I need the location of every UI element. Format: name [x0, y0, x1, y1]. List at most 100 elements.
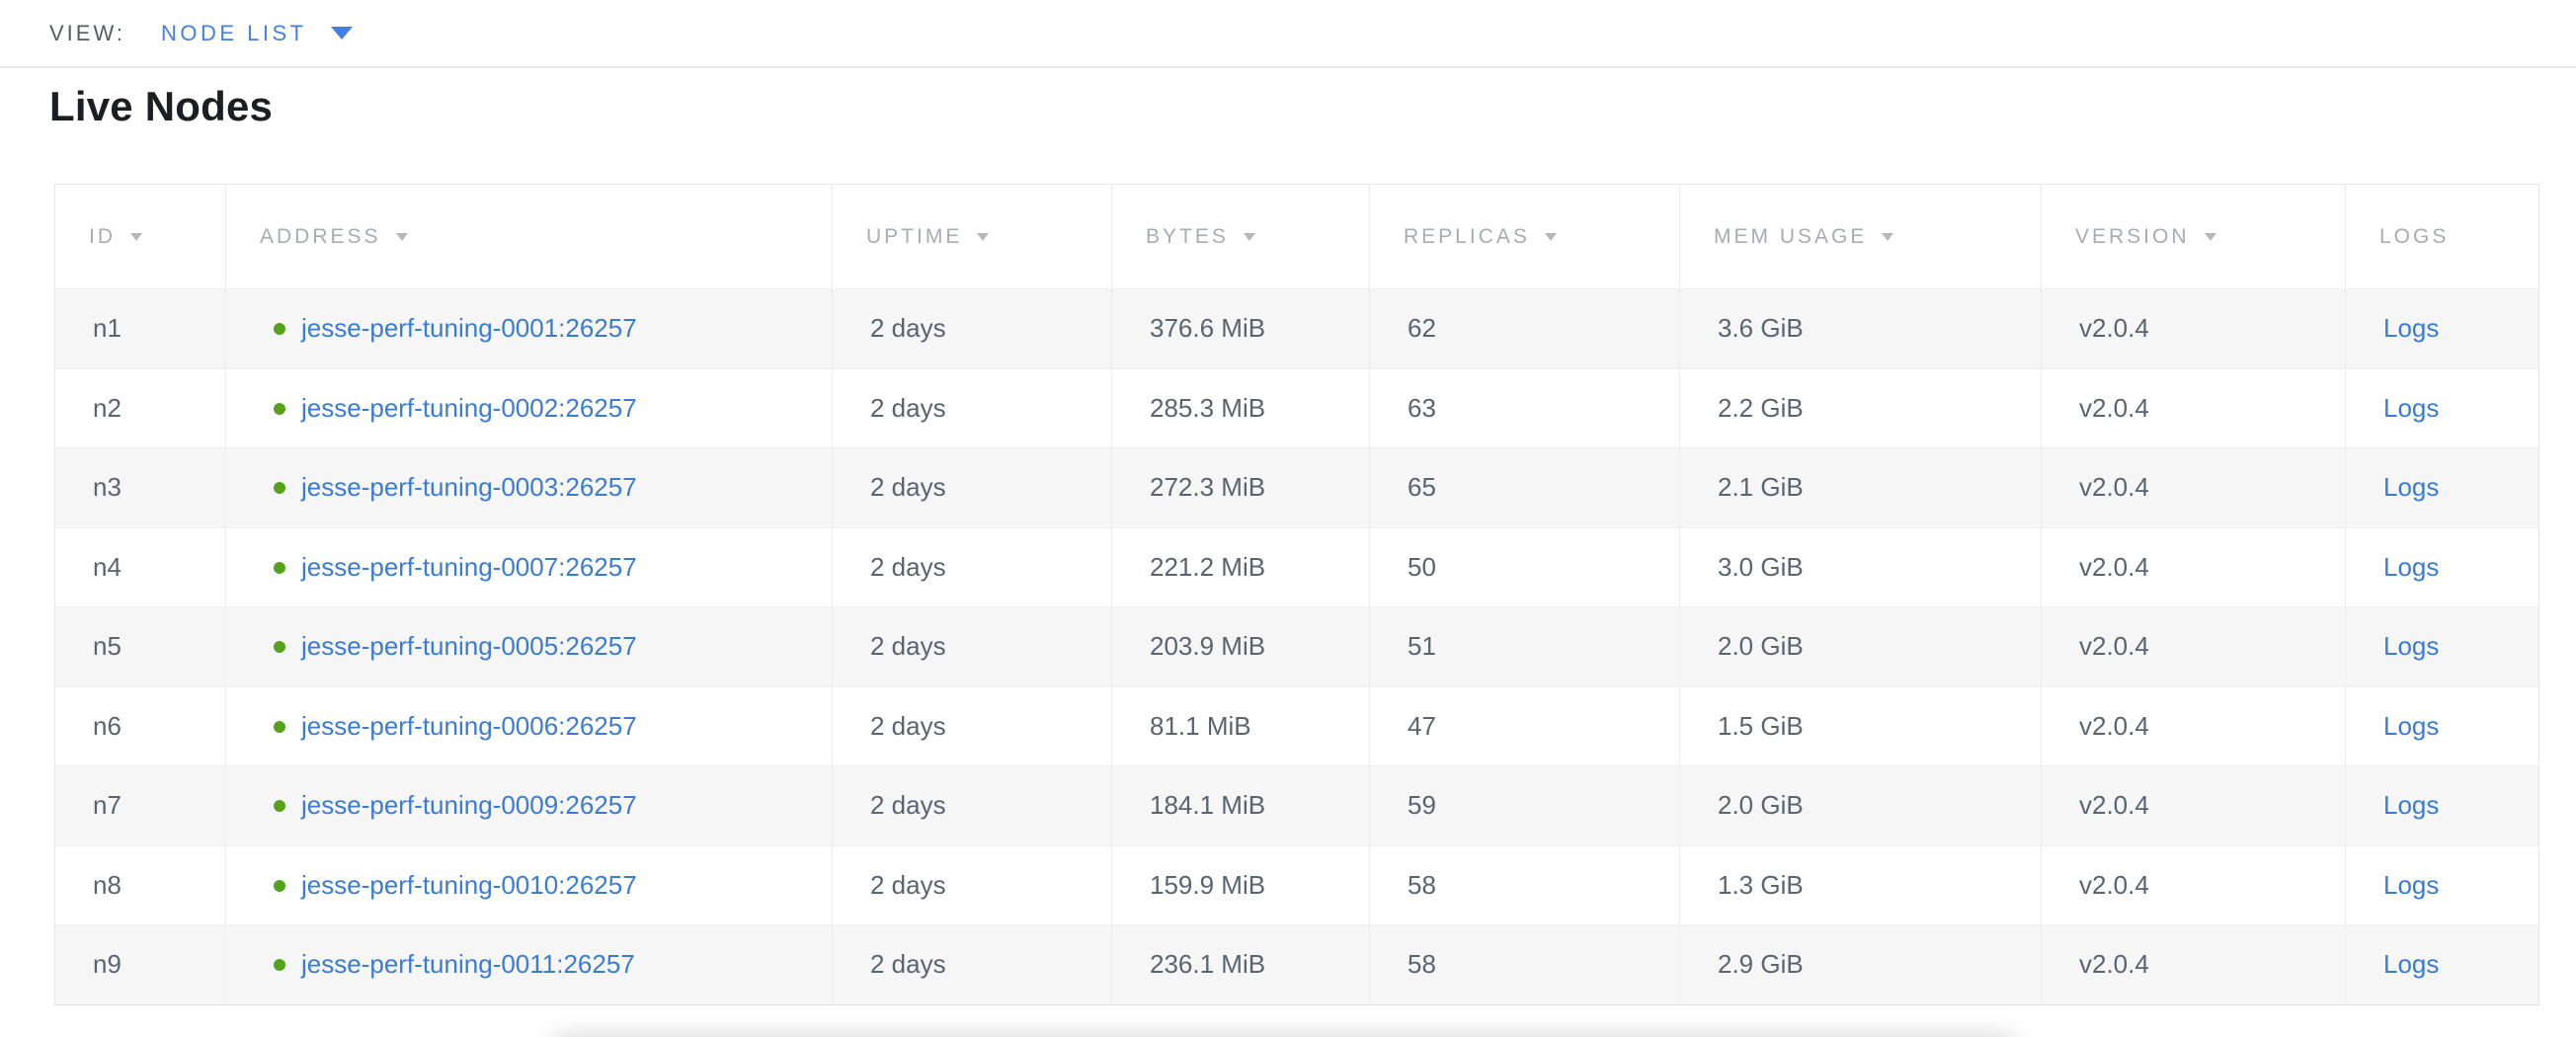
node-logs-cell: Logs	[2346, 448, 2539, 528]
live-status-dot-icon	[274, 641, 285, 653]
node-bytes-cell: 203.9 MiB	[1112, 607, 1370, 687]
column-header-version[interactable]: VERSION	[2042, 185, 2346, 289]
node-uptime-cell: 2 days	[833, 925, 1112, 1005]
node-address-link[interactable]: jesse-perf-tuning-0011:26257	[301, 949, 635, 979]
node-id-cell: n1	[55, 289, 226, 369]
node-uptime-cell: 2 days	[833, 845, 1112, 925]
node-address-cell: jesse-perf-tuning-0009:26257	[226, 766, 833, 846]
column-header-label: ADDRESS	[260, 225, 381, 248]
live-status-dot-icon	[274, 800, 285, 812]
node-logs-cell: Logs	[2346, 289, 2539, 369]
live-status-dot-icon	[274, 403, 285, 415]
sort-caret-icon	[130, 233, 142, 241]
node-logs-link[interactable]: Logs	[2383, 790, 2439, 820]
node-id-cell: n8	[55, 845, 226, 925]
node-replicas-cell: 59	[1370, 766, 1680, 846]
live-status-dot-icon	[274, 959, 285, 971]
sort-caret-icon	[1244, 233, 1255, 241]
column-header-replicas[interactable]: REPLICAS	[1370, 185, 1680, 289]
node-address-link[interactable]: jesse-perf-tuning-0002:26257	[301, 393, 637, 423]
sort-caret-icon	[1882, 233, 1893, 241]
node-address-cell: jesse-perf-tuning-0006:26257	[226, 686, 833, 766]
node-logs-link[interactable]: Logs	[2383, 949, 2439, 979]
node-address-link[interactable]: jesse-perf-tuning-0006:26257	[301, 711, 637, 741]
node-bytes-cell: 159.9 MiB	[1112, 845, 1370, 925]
node-replicas-cell: 58	[1370, 845, 1680, 925]
live-status-dot-icon	[274, 482, 285, 494]
view-selector-bar: VIEW: NODE LIST	[0, 0, 2576, 68]
column-header-label: VERSION	[2075, 225, 2190, 248]
node-logs-link[interactable]: Logs	[2383, 552, 2439, 582]
column-header-label: REPLICAS	[1404, 225, 1530, 248]
node-row: n9 jesse-perf-tuning-0011:26257 2 days 2…	[55, 925, 2539, 1005]
node-logs-link[interactable]: Logs	[2383, 870, 2439, 900]
node-row: n8 jesse-perf-tuning-0010:26257 2 days 1…	[55, 845, 2539, 925]
node-bytes-cell: 184.1 MiB	[1112, 766, 1370, 846]
node-row: n6 jesse-perf-tuning-0006:26257 2 days 8…	[55, 686, 2539, 766]
view-label: VIEW:	[49, 21, 125, 46]
node-uptime-cell: 2 days	[833, 527, 1112, 607]
column-header-id[interactable]: ID	[55, 185, 226, 289]
node-address-link[interactable]: jesse-perf-tuning-0009:26257	[301, 790, 637, 820]
node-mem-usage-cell: 2.0 GiB	[1680, 607, 2042, 687]
node-mem-usage-cell: 1.3 GiB	[1680, 845, 2042, 925]
node-mem-usage-cell: 3.0 GiB	[1680, 527, 2042, 607]
node-version-cell: v2.0.4	[2042, 368, 2346, 448]
node-uptime-cell: 2 days	[833, 448, 1112, 528]
node-logs-cell: Logs	[2346, 527, 2539, 607]
node-replicas-cell: 51	[1370, 607, 1680, 687]
node-logs-cell: Logs	[2346, 925, 2539, 1005]
node-address-link[interactable]: jesse-perf-tuning-0010:26257	[301, 870, 637, 900]
node-address-link[interactable]: jesse-perf-tuning-0005:26257	[301, 631, 637, 661]
node-replicas-cell: 58	[1370, 925, 1680, 1005]
node-mem-usage-cell: 2.2 GiB	[1680, 368, 2042, 448]
node-logs-cell: Logs	[2346, 368, 2539, 448]
column-header-label: LOGS	[2379, 225, 2449, 248]
node-replicas-cell: 50	[1370, 527, 1680, 607]
node-logs-link[interactable]: Logs	[2383, 393, 2439, 423]
sort-caret-icon	[396, 233, 408, 241]
node-uptime-cell: 2 days	[833, 368, 1112, 448]
view-dropdown[interactable]: NODE LIST	[161, 21, 353, 46]
node-logs-link[interactable]: Logs	[2383, 313, 2439, 343]
node-logs-link[interactable]: Logs	[2383, 711, 2439, 741]
column-header-logs: LOGS	[2346, 185, 2539, 289]
node-version-cell: v2.0.4	[2042, 289, 2346, 369]
node-row: n2 jesse-perf-tuning-0002:26257 2 days 2…	[55, 368, 2539, 448]
node-mem-usage-cell: 1.5 GiB	[1680, 686, 2042, 766]
node-id-cell: n3	[55, 448, 226, 528]
live-status-dot-icon	[274, 721, 285, 733]
column-header-uptime[interactable]: UPTIME	[833, 185, 1112, 289]
node-row: n4 jesse-perf-tuning-0007:26257 2 days 2…	[55, 527, 2539, 607]
node-address-link[interactable]: jesse-perf-tuning-0007:26257	[301, 552, 637, 582]
node-version-cell: v2.0.4	[2042, 686, 2346, 766]
node-address-link[interactable]: jesse-perf-tuning-0001:26257	[301, 313, 637, 343]
node-mem-usage-cell: 2.1 GiB	[1680, 448, 2042, 528]
column-header-address[interactable]: ADDRESS	[226, 185, 833, 289]
node-bytes-cell: 376.6 MiB	[1112, 289, 1370, 369]
sort-caret-icon	[977, 233, 989, 241]
node-id-cell: n7	[55, 766, 226, 846]
live-nodes-table: ID ADDRESS UPTIME BYTES REPLICAS MEM USA…	[54, 184, 2539, 1005]
column-header-mem-usage[interactable]: MEM USAGE	[1680, 185, 2042, 289]
live-status-dot-icon	[274, 880, 285, 892]
column-header-bytes[interactable]: BYTES	[1112, 185, 1370, 289]
node-uptime-cell: 2 days	[833, 607, 1112, 687]
node-address-cell: jesse-perf-tuning-0007:26257	[226, 527, 833, 607]
node-version-cell: v2.0.4	[2042, 766, 2346, 846]
caret-down-icon	[331, 27, 353, 40]
node-row: n3 jesse-perf-tuning-0003:26257 2 days 2…	[55, 448, 2539, 528]
node-id-cell: n5	[55, 607, 226, 687]
node-row: n7 jesse-perf-tuning-0009:26257 2 days 1…	[55, 766, 2539, 846]
node-replicas-cell: 47	[1370, 686, 1680, 766]
node-id-cell: n9	[55, 925, 226, 1005]
node-uptime-cell: 2 days	[833, 289, 1112, 369]
node-address-link[interactable]: jesse-perf-tuning-0003:26257	[301, 472, 637, 502]
node-mem-usage-cell: 3.6 GiB	[1680, 289, 2042, 369]
node-logs-link[interactable]: Logs	[2383, 631, 2439, 661]
node-logs-link[interactable]: Logs	[2383, 472, 2439, 502]
node-address-cell: jesse-perf-tuning-0003:26257	[226, 448, 833, 528]
node-address-cell: jesse-perf-tuning-0001:26257	[226, 289, 833, 369]
node-address-cell: jesse-perf-tuning-0010:26257	[226, 845, 833, 925]
node-replicas-cell: 63	[1370, 368, 1680, 448]
